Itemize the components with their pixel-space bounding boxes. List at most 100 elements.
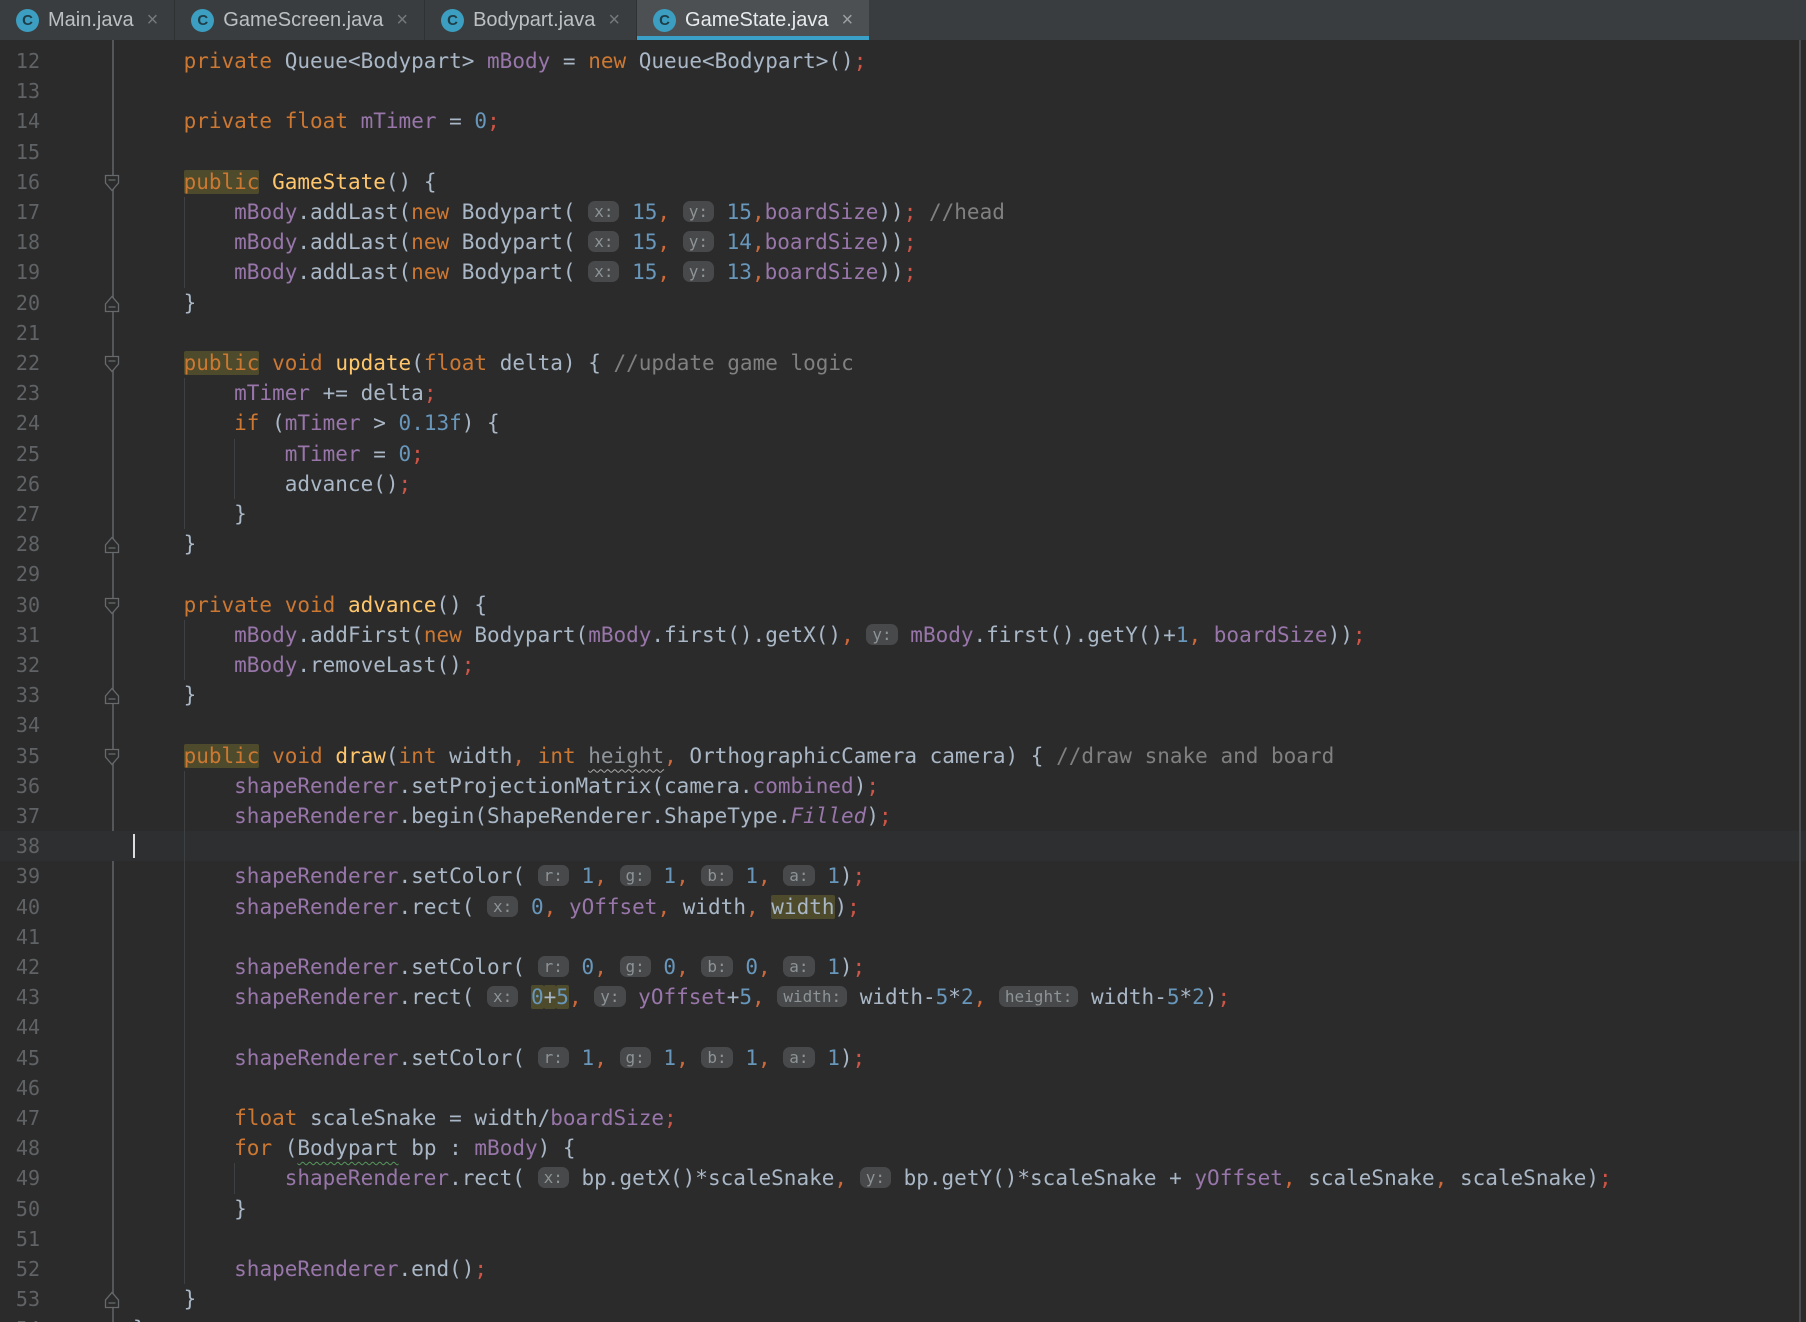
code-line[interactable]: 47 float scaleSnake = width/boardSize; <box>0 1103 1806 1133</box>
token-def <box>651 864 664 888</box>
token-def: width <box>670 894 746 919</box>
tab-main-java[interactable]: C Main.java × <box>0 0 176 40</box>
token-comma: , <box>664 743 677 768</box>
code-line[interactable]: 38 <box>0 831 1806 862</box>
tab-close-icon[interactable]: × <box>396 9 408 32</box>
token-def <box>518 985 531 1009</box>
token-fld: yOffset <box>638 985 727 1010</box>
token-def <box>335 593 348 617</box>
token-semi: ; <box>1352 622 1366 647</box>
code-text: } <box>133 288 197 318</box>
code-line[interactable]: 42 shapeRenderer.setColor( r: 0, g: 0, b… <box>0 952 1806 982</box>
code-line[interactable]: 46 <box>0 1073 1806 1103</box>
token-fld: shapeRenderer <box>234 773 399 798</box>
code-line[interactable]: 21 <box>0 318 1806 348</box>
token-comma: , <box>594 864 607 889</box>
token-def: * <box>948 985 961 1010</box>
code-editor[interactable]: 1112 private Queue<Bodypart> mBody = new… <box>0 40 1806 1322</box>
code-line[interactable]: 52 shapeRenderer.end(); <box>0 1254 1806 1284</box>
code-line[interactable]: 45 shapeRenderer.setColor( r: 1, g: 1, b… <box>0 1043 1806 1073</box>
code-line[interactable]: 51 <box>0 1224 1806 1254</box>
code-line[interactable]: 20 } <box>0 288 1806 318</box>
code-line[interactable]: 30 private void advance() { <box>0 590 1806 620</box>
token-def: .addLast( <box>297 260 412 285</box>
tab-close-icon[interactable]: × <box>608 9 620 32</box>
code-line[interactable]: 28 } <box>0 529 1806 559</box>
tab-close-icon[interactable]: × <box>841 9 853 32</box>
code-line[interactable]: 27 } <box>0 499 1806 529</box>
fold-collapse-icon[interactable] <box>104 354 120 373</box>
code-text: private float mTimer = 0; <box>133 106 500 136</box>
code-line[interactable]: 40 shapeRenderer.rect( x: 0, yOffset, wi… <box>0 892 1806 922</box>
code-line[interactable]: 24 if (mTimer > 0.13f) { <box>0 408 1806 438</box>
code-line[interactable]: 15 <box>0 137 1806 167</box>
tab-gamestate-java[interactable]: C GameState.java × <box>637 0 870 40</box>
code-text: mBody.addLast(new Bodypart( x: 15, y: 15… <box>133 197 1005 227</box>
code-line[interactable]: 44 <box>0 1012 1806 1042</box>
code-line[interactable]: 19 mBody.addLast(new Bodypart( x: 15, y:… <box>0 257 1806 287</box>
token-fld: shapeRenderer <box>234 804 399 828</box>
fold-collapse-icon[interactable] <box>104 173 120 192</box>
token-num: 1 <box>745 864 758 889</box>
code-line[interactable]: 37 shapeRenderer.begin(ShapeRenderer.Sha… <box>0 801 1806 831</box>
token-def <box>607 955 620 979</box>
line-number: 44 <box>15 1015 40 1040</box>
tab-label: Bodypart.java <box>473 8 596 31</box>
token-kw: private <box>183 592 273 617</box>
token-def <box>898 623 911 647</box>
token-fld: mBody <box>234 230 298 255</box>
code-line[interactable]: 39 shapeRenderer.setColor( r: 1, g: 1, b… <box>0 861 1806 891</box>
fold-end-icon[interactable] <box>104 535 120 554</box>
token-comma: , <box>751 260 765 285</box>
code-line[interactable]: 22 public void update(float delta) { //u… <box>0 348 1806 378</box>
code-line[interactable]: 31 mBody.addFirst(new Bodypart(mBody.fir… <box>0 620 1806 650</box>
code-line[interactable]: 35 public void draw(int width, int heigh… <box>0 741 1806 771</box>
code-line[interactable]: 36 shapeRenderer.setProjectionMatrix(cam… <box>0 771 1806 801</box>
code-line[interactable]: 32 mBody.removeLast(); <box>0 650 1806 680</box>
code-line[interactable]: 41 <box>0 922 1806 952</box>
code-line[interactable]: 17 mBody.addLast(new Bodypart( x: 15, y:… <box>0 197 1806 227</box>
token-def: .begin(ShapeRenderer.ShapeType. <box>398 804 791 828</box>
code-line[interactable]: 25 mTimer = 0; <box>0 439 1806 469</box>
fold-collapse-icon[interactable] <box>104 596 120 615</box>
code-line[interactable]: 12 private Queue<Bodypart> mBody = new Q… <box>0 46 1806 76</box>
tab-gamescreen-java[interactable]: C GameScreen.java × <box>175 0 426 40</box>
code-line[interactable]: 34 <box>0 710 1806 740</box>
fold-end-icon[interactable] <box>104 1290 120 1309</box>
code-line[interactable]: 16 public GameState() { <box>0 167 1806 197</box>
token-num: 15 <box>726 200 752 224</box>
code-line[interactable]: 18 mBody.addLast(new Bodypart( x: 15, y:… <box>0 227 1806 257</box>
code-text: mBody.addLast(new Bodypart( x: 15, y: 13… <box>133 257 916 287</box>
tab-bodypart-java[interactable]: C Bodypart.java × <box>425 0 638 40</box>
indent-guide <box>183 770 185 1285</box>
code-line[interactable]: 49 shapeRenderer.rect( x: bp.getX()*scal… <box>0 1163 1806 1193</box>
java-class-icon: C <box>16 8 39 32</box>
code-line[interactable]: 26 advance(); <box>0 469 1806 499</box>
token-def <box>689 955 702 979</box>
token-semi: ; <box>1217 985 1231 1010</box>
fold-collapse-icon[interactable] <box>104 747 120 766</box>
code-line[interactable]: 54} <box>0 1314 1806 1322</box>
code-line[interactable]: 13 <box>0 76 1806 106</box>
token-fld: yOffset <box>568 894 658 919</box>
code-line[interactable]: 33 } <box>0 680 1806 710</box>
token-num: 0.13f <box>398 411 462 436</box>
fold-end-icon[interactable] <box>104 686 120 705</box>
code-line[interactable]: 23 mTimer += delta; <box>0 378 1806 408</box>
token-num: 0 <box>581 955 595 979</box>
code-line[interactable]: 53 } <box>0 1284 1806 1314</box>
token-fld: mTimer <box>284 441 361 466</box>
code-line[interactable]: 50 } <box>0 1194 1806 1224</box>
token-def <box>714 200 727 224</box>
token-def: )) <box>878 200 904 224</box>
code-line[interactable]: 48 for (Bodypart bp : mBody) { <box>0 1133 1806 1163</box>
code-line[interactable]: 29 <box>0 559 1806 589</box>
code-line[interactable]: 14 private float mTimer = 0; <box>0 106 1806 136</box>
code-line[interactable]: 43 shapeRenderer.rect( x: 0+5, y: yOffse… <box>0 982 1806 1012</box>
token-comma: , <box>543 894 557 919</box>
token-def: .setColor( <box>398 1045 538 1070</box>
java-class-icon: C <box>191 8 215 32</box>
tab-close-icon[interactable]: × <box>147 9 159 32</box>
token-comma: , <box>973 985 987 1010</box>
fold-end-icon[interactable] <box>104 294 120 312</box>
